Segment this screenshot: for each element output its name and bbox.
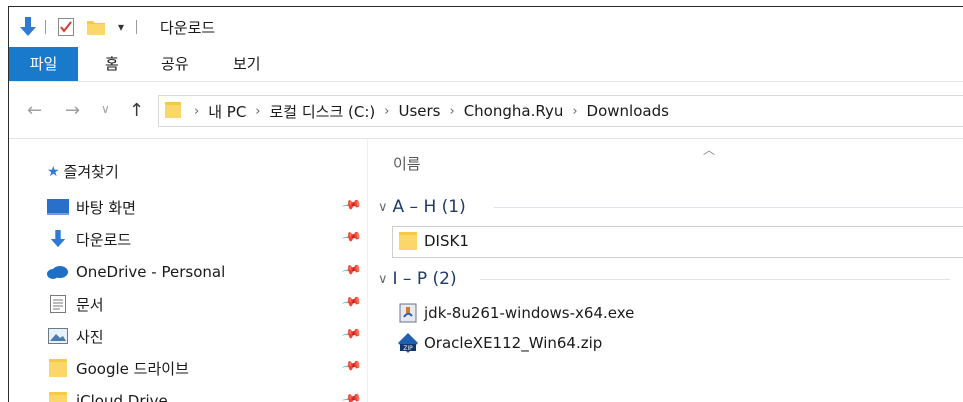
new-folder-icon[interactable] [85, 16, 107, 38]
pin-icon[interactable]: 📌 [340, 324, 362, 346]
pin-icon[interactable]: 📌 [340, 356, 362, 378]
breadcrumb-this-pc[interactable]: 내 PC [208, 101, 246, 122]
forward-arrow-icon[interactable]: → [65, 100, 80, 121]
nav-item-label: 다운로드 [76, 230, 132, 249]
document-icon [47, 295, 69, 313]
svg-text:ZIP: ZIP [403, 345, 413, 352]
cloud-icon [47, 263, 69, 281]
recent-locations-chevron-icon[interactable]: ∨ [101, 102, 110, 116]
separator [45, 20, 46, 34]
group-label: I – P (2) [392, 269, 457, 289]
group-label: A – H (1) [392, 197, 466, 217]
selection-outline [392, 226, 963, 258]
pin-icon[interactable]: 📌 [340, 227, 362, 249]
explorer-window: ▾ 다운로드 파일 홈 공유 보기 ← → ∨ ↑ › 내 PC › 로컬 디스… [8, 6, 963, 402]
window-title: 다운로드 [160, 19, 216, 37]
chevron-right-icon[interactable]: › [450, 104, 455, 119]
installer-icon [398, 303, 418, 323]
folder-icon [47, 359, 69, 377]
tab-file[interactable]: 파일 [9, 47, 78, 81]
list-item[interactable]: ZIP OracleXE112_Win64.zip [398, 331, 602, 355]
nav-item-label: 사진 [76, 327, 104, 346]
nav-item-desktop[interactable]: 바탕 화면 [47, 195, 136, 219]
chevron-right-icon[interactable]: › [255, 104, 260, 119]
zip-icon: ZIP [398, 333, 418, 353]
properties-icon[interactable] [55, 16, 77, 38]
divider [494, 207, 963, 208]
tab-home[interactable]: 홈 [105, 47, 119, 81]
chevron-down-icon: ∨ [378, 271, 388, 287]
chevron-right-icon[interactable]: › [384, 104, 389, 119]
list-item[interactable]: jdk-8u261-windows-x64.exe [398, 301, 634, 325]
nav-item-downloads[interactable]: 다운로드 [47, 227, 131, 251]
chevron-down-icon: ∨ [378, 199, 388, 215]
quick-access-label: 즐겨찾기 [63, 163, 119, 181]
chevron-right-icon[interactable]: › [194, 104, 199, 119]
back-arrow-icon[interactable]: ← [27, 100, 42, 121]
list-item[interactable]: DISK1 [398, 229, 469, 253]
file-name: jdk-8u261-windows-x64.exe [424, 304, 635, 322]
nav-item-onedrive[interactable]: OneDrive - Personal [47, 260, 225, 284]
file-name: OracleXE112_Win64.zip [424, 334, 603, 352]
folder-icon [165, 102, 181, 118]
chevron-right-icon[interactable]: › [572, 104, 577, 119]
breadcrumb-user[interactable]: Chongha.Ryu [464, 102, 564, 120]
breadcrumb-local-disk[interactable]: 로컬 디스크 (C:) [270, 101, 376, 122]
tab-view[interactable]: 보기 [233, 47, 261, 81]
navigation-bar: ← → ∨ ↑ › 내 PC › 로컬 디스크 (C:) › Users › C… [9, 82, 963, 139]
pin-icon[interactable]: 📌 [340, 260, 362, 282]
group-header[interactable]: ∨ I – P (2) [378, 267, 457, 291]
ribbon-tabs: 파일 홈 공유 보기 [9, 47, 963, 82]
pin-icon[interactable]: 📌 [340, 195, 362, 217]
download-arrow-icon[interactable] [17, 16, 39, 38]
navigation-pane: ★ 즐겨찾기 바탕 화면 📌 다운로드 📌 OneDrive - Persona… [9, 139, 367, 402]
nav-item-label: 문서 [76, 295, 104, 314]
tab-share[interactable]: 공유 [161, 47, 189, 81]
address-bar[interactable]: › 내 PC › 로컬 디스크 (C:) › Users › Chongha.R… [158, 95, 963, 127]
title-bar: ▾ 다운로드 [9, 7, 963, 47]
folder-icon [398, 231, 418, 251]
breadcrumb-downloads[interactable]: Downloads [587, 102, 669, 120]
divider [480, 279, 950, 280]
customize-toolbar-icon[interactable]: ▾ [113, 16, 129, 38]
nav-item-google-drive[interactable]: Google 드라이브 [47, 356, 189, 380]
file-name: DISK1 [424, 232, 469, 250]
file-list: ︿ 이름 ∨ A – H (1) DISK1 ∨ I – P (2) jdk-8… [368, 139, 963, 402]
quick-access[interactable]: ★ 즐겨찾기 [47, 161, 119, 182]
sort-caret-icon[interactable]: ︿ [703, 141, 715, 158]
up-arrow-icon[interactable]: ↑ [129, 100, 144, 121]
breadcrumb: › 내 PC › 로컬 디스크 (C:) › Users › Chongha.R… [185, 96, 669, 126]
desktop-icon [47, 198, 69, 216]
nav-item-pictures[interactable]: 사진 [47, 324, 104, 348]
nav-item-documents[interactable]: 문서 [47, 292, 104, 316]
group-header[interactable]: ∨ A – H (1) [378, 195, 466, 219]
separator [136, 20, 137, 34]
pin-icon[interactable]: 📌 [340, 292, 362, 314]
nav-item-icloud-drive[interactable]: iCloud Drive [47, 389, 168, 402]
pictures-icon [47, 327, 69, 345]
download-arrow-icon [47, 230, 69, 248]
breadcrumb-users[interactable]: Users [398, 102, 440, 120]
pin-icon[interactable]: 📌 [340, 389, 362, 402]
column-header-name[interactable]: 이름 [393, 153, 421, 174]
star-icon: ★ [47, 163, 60, 180]
nav-item-label: Google 드라이브 [76, 359, 189, 378]
nav-item-label: OneDrive - Personal [76, 263, 226, 281]
nav-item-label: 바탕 화면 [76, 198, 136, 217]
